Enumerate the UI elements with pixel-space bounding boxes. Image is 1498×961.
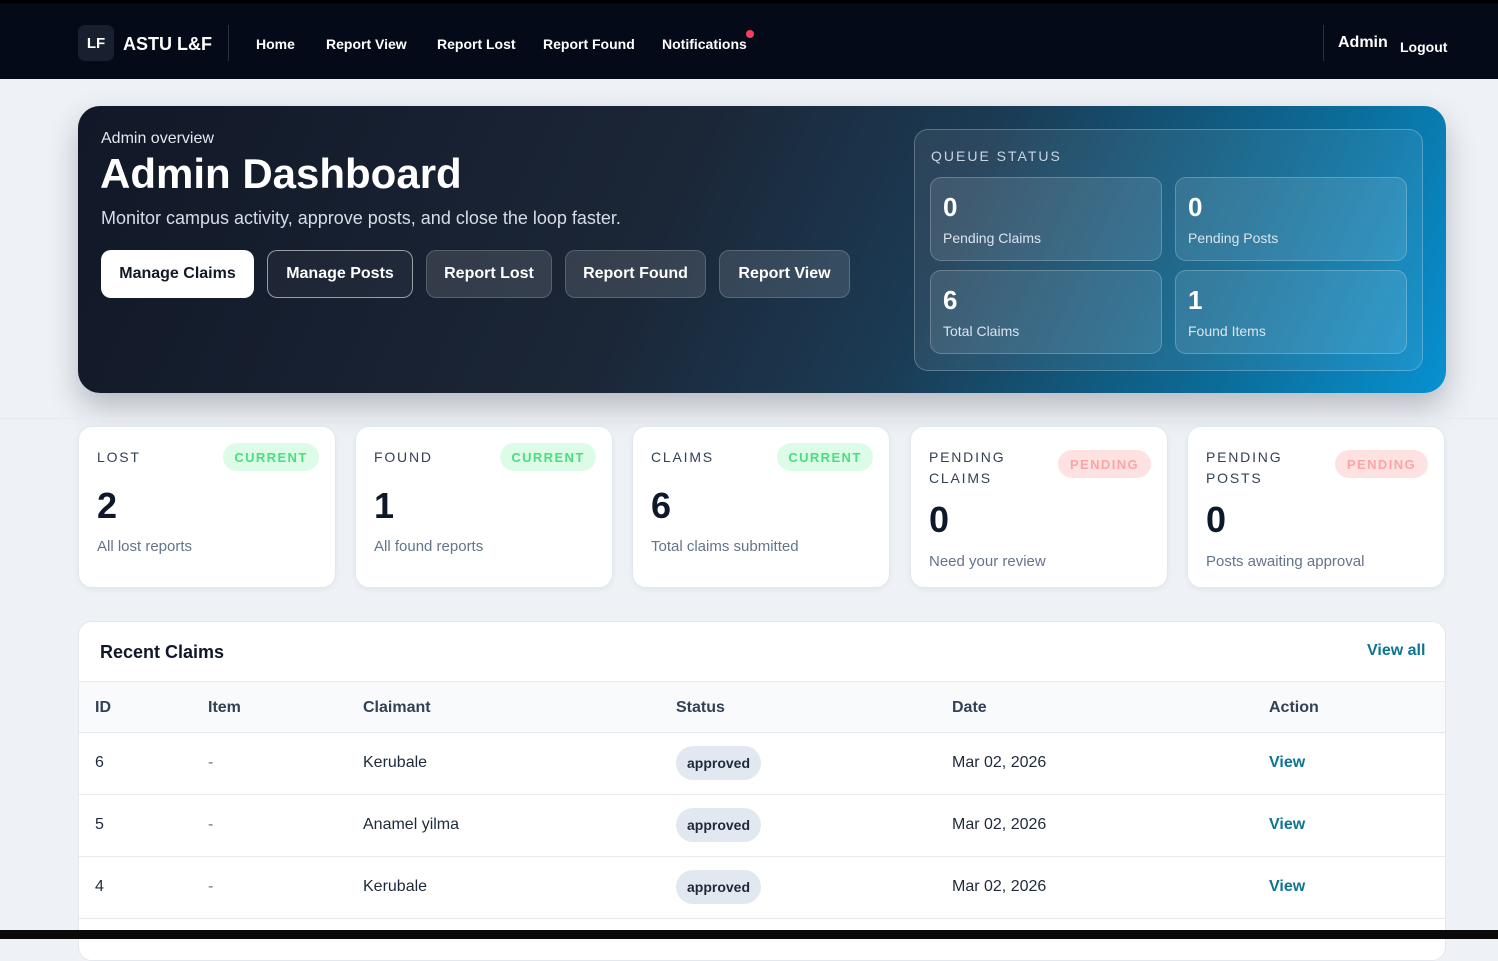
- nav-link-home[interactable]: Home: [256, 36, 295, 52]
- hero-panel: Admin overview Admin Dashboard Monitor c…: [78, 106, 1446, 393]
- queue-tile-value: 0: [1188, 192, 1203, 222]
- status-badge: approved: [676, 746, 761, 780]
- stat-card-found: FOUND CURRENT 1 All found reports: [355, 426, 613, 588]
- status-badge: CURRENT: [223, 443, 319, 471]
- stat-value: 0: [929, 499, 950, 540]
- column-header-claimant[interactable]: Claimant: [363, 699, 431, 717]
- stat-value: 0: [1206, 499, 1227, 540]
- column-header-item[interactable]: Item: [208, 699, 241, 717]
- queue-tile-label: Pending Posts: [1188, 230, 1279, 246]
- queue-tile-pending-posts: 0 Pending Posts: [1175, 177, 1407, 261]
- queue-tile-pending-claims: 0 Pending Claims: [930, 177, 1162, 261]
- top-navbar: LF ASTU L&F Home Report View Report Lost…: [0, 0, 1498, 79]
- recent-claims-panel: Recent Claims View all ID Item Claimant …: [78, 621, 1446, 961]
- page-title: Admin Dashboard: [100, 150, 462, 197]
- status-badge: PENDING: [1335, 450, 1428, 478]
- queue-tile-label: Total Claims: [943, 323, 1020, 339]
- report-found-button[interactable]: Report Found: [565, 250, 706, 298]
- cell-claimant: Kerubale: [363, 878, 428, 895]
- cell-claimant: Kerubale: [363, 754, 428, 771]
- stat-description: All found reports: [374, 538, 484, 555]
- hero-subtitle: Monitor campus activity, approve posts, …: [101, 208, 621, 228]
- table-row: 6 - Kerubale approved Mar 02, 2026 View: [79, 733, 1445, 795]
- cell-item: -: [208, 754, 214, 771]
- stat-label: PENDING CLAIMS: [929, 449, 1006, 486]
- cell-claimant: Anamel yilma: [363, 816, 460, 833]
- queue-status-title: QUEUE STATUS: [931, 148, 1062, 164]
- column-header-status[interactable]: Status: [676, 699, 725, 717]
- status-badge: approved: [676, 808, 761, 842]
- cell-item: -: [208, 816, 214, 833]
- recent-claims-title: Recent Claims: [100, 642, 225, 662]
- stat-value: 1: [374, 485, 395, 526]
- notification-dot-icon: [746, 30, 754, 38]
- status-badge: CURRENT: [500, 443, 596, 471]
- stat-label: CLAIMS: [651, 449, 714, 465]
- cell-id: 4: [95, 878, 104, 895]
- stat-card-claims: CLAIMS CURRENT 6 Total claims submitted: [632, 426, 890, 588]
- stat-label: FOUND: [374, 449, 433, 465]
- view-claim-link[interactable]: View: [1269, 878, 1305, 896]
- nav-link-report-found[interactable]: Report Found: [543, 36, 635, 52]
- queue-status-panel: QUEUE STATUS 0 Pending Claims 0 Pending …: [914, 129, 1423, 371]
- current-user-name: Admin: [1338, 34, 1388, 51]
- stat-description: Need your review: [929, 553, 1046, 570]
- cell-date: Mar 02, 2026: [952, 878, 1047, 895]
- queue-tile-value: 1: [1188, 285, 1203, 315]
- queue-tile-total-claims: 6 Total Claims: [930, 270, 1162, 354]
- status-badge: PENDING: [1058, 450, 1151, 478]
- section-divider: [0, 418, 1498, 419]
- view-claim-link[interactable]: View: [1269, 754, 1305, 772]
- nav-link-notifications[interactable]: Notifications: [662, 36, 747, 52]
- stat-label: PENDING POSTS: [1206, 449, 1283, 486]
- hero-kicker: Admin overview: [101, 130, 214, 147]
- window-bottom-edge: [0, 930, 1498, 939]
- cell-date: Mar 02, 2026: [952, 816, 1047, 833]
- brand-name[interactable]: ASTU L&F: [123, 34, 212, 55]
- cell-date: Mar 02, 2026: [952, 754, 1047, 771]
- manage-claims-button[interactable]: Manage Claims: [101, 250, 254, 298]
- stat-description: Total claims submitted: [651, 538, 799, 555]
- nav-link-report-lost[interactable]: Report Lost: [437, 36, 516, 52]
- view-claim-link[interactable]: View: [1269, 816, 1305, 834]
- report-view-button[interactable]: Report View: [719, 250, 850, 298]
- table-header: ID Item Claimant Status Date Action: [79, 681, 1445, 733]
- view-all-link[interactable]: View all: [1367, 642, 1425, 660]
- cell-id: 6: [95, 754, 104, 771]
- manage-posts-button[interactable]: Manage Posts: [267, 250, 413, 298]
- queue-tile-found-items: 1 Found Items: [1175, 270, 1407, 354]
- nav-link-report-view[interactable]: Report View: [326, 36, 407, 52]
- stat-card-lost: LOST CURRENT 2 All lost reports: [78, 426, 336, 588]
- stat-description: Posts awaiting approval: [1206, 553, 1365, 570]
- stat-card-pending-posts: PENDING POSTS PENDING 0 Posts awaiting a…: [1187, 426, 1445, 588]
- column-header-id[interactable]: ID: [95, 699, 111, 717]
- column-header-date[interactable]: Date: [952, 699, 987, 717]
- status-badge: CURRENT: [777, 443, 873, 471]
- nav-divider: [228, 25, 229, 61]
- cell-item: -: [208, 878, 214, 895]
- status-badge: approved: [676, 870, 761, 904]
- column-header-action[interactable]: Action: [1269, 699, 1319, 717]
- nav-divider: [1323, 25, 1324, 61]
- cell-id: 5: [95, 816, 104, 833]
- table-row: 5 - Anamel yilma approved Mar 02, 2026 V…: [79, 795, 1445, 857]
- logout-button[interactable]: Logout: [1400, 39, 1447, 55]
- brand-logo[interactable]: LF: [78, 25, 114, 61]
- queue-tile-value: 0: [943, 192, 958, 222]
- queue-tile-value: 6: [943, 285, 958, 315]
- stat-card-pending-claims: PENDING CLAIMS PENDING 0 Need your revie…: [910, 426, 1168, 588]
- stat-value: 6: [651, 485, 672, 526]
- table-row: 4 - Kerubale approved Mar 02, 2026 View: [79, 857, 1445, 919]
- report-lost-button[interactable]: Report Lost: [426, 250, 552, 298]
- queue-tile-label: Pending Claims: [943, 230, 1042, 246]
- queue-tile-label: Found Items: [1188, 323, 1266, 339]
- stat-label: LOST: [97, 449, 141, 465]
- stat-value: 2: [97, 485, 118, 526]
- stat-description: All lost reports: [97, 538, 193, 555]
